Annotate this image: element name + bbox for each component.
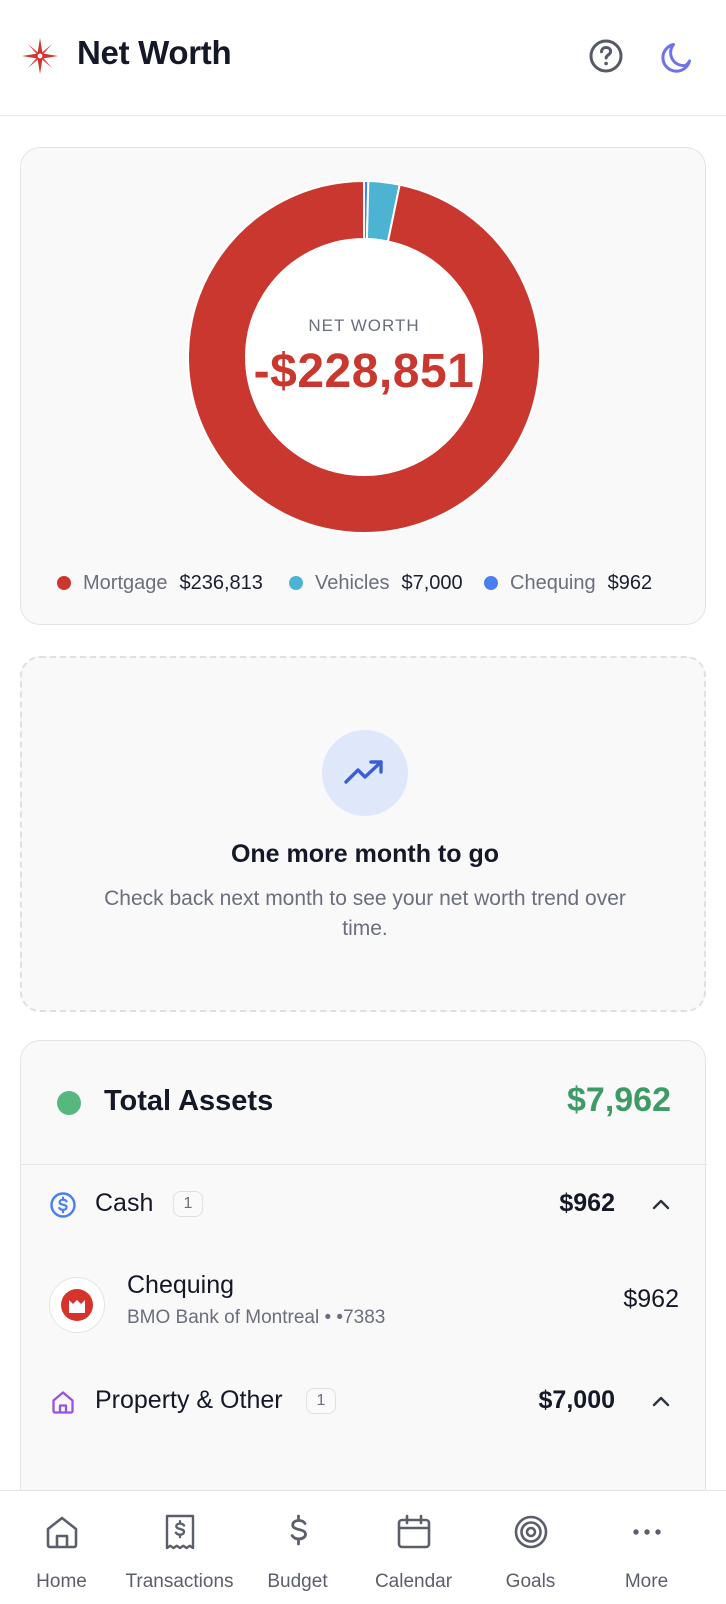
legend-label: Mortgage: [83, 571, 168, 594]
home-icon: [46, 1516, 78, 1549]
tab-label: Calendar: [374, 1571, 453, 1592]
total-assets-title: Total Assets: [104, 1085, 274, 1117]
chevron-up-icon[interactable]: [649, 1193, 673, 1217]
total-assets-header: Total Assets $7,962: [21, 1041, 707, 1165]
legend-item-vehicles: Vehicles $7,000: [289, 568, 463, 598]
app-header: Net Worth: [0, 0, 726, 116]
tab-label: Transactions: [125, 1571, 234, 1592]
tab-label: Budget: [267, 1571, 328, 1592]
legend-value: $962: [607, 571, 653, 594]
trend-empty-state: One more month to go Check back next mon…: [20, 656, 706, 1012]
account-institution: BMO Bank of Montreal • •7383: [127, 1307, 385, 1329]
tab-budget[interactable]: Budget: [237, 1491, 358, 1604]
dollar-circle-icon: [50, 1192, 76, 1218]
calendar-icon: [397, 1514, 431, 1549]
account-amount: $962: [623, 1285, 679, 1313]
chart-legend: Mortgage $236,813 Vehicles $7,000 Chequi…: [21, 568, 707, 598]
legend-dot: [289, 576, 303, 590]
page-title: Net Worth: [77, 34, 232, 71]
tab-label: Goals: [505, 1571, 556, 1592]
moon-icon[interactable]: [658, 36, 698, 76]
receipt-icon: [165, 1514, 195, 1550]
dollar-icon: [290, 1514, 307, 1546]
legend-value: $7,000: [401, 571, 463, 594]
asset-group-amount: $962: [559, 1189, 615, 1217]
net-worth-value: -$228,851: [253, 345, 475, 398]
legend-value: $236,813: [179, 571, 263, 594]
legend-label: Chequing: [510, 571, 596, 594]
asset-group-count-badge: 1: [306, 1388, 336, 1414]
account-institution-name: BMO Bank of Montreal: [127, 1307, 320, 1328]
tab-goals[interactable]: Goals: [470, 1491, 591, 1604]
legend-dot: [484, 576, 498, 590]
compass-star-icon: [22, 38, 58, 74]
net-worth-chart-card: NET WORTH -$228,851 Mortgage $236,813 Ve…: [20, 147, 706, 625]
trending-up-icon: [344, 760, 383, 784]
net-worth-label: NET WORTH: [308, 316, 420, 335]
tab-calendar[interactable]: Calendar: [353, 1491, 474, 1604]
asset-group-label: Property & Other: [95, 1386, 283, 1414]
tab-more[interactable]: More: [586, 1491, 707, 1604]
chevron-up-icon[interactable]: [649, 1390, 673, 1414]
account-name: Chequing: [127, 1271, 235, 1299]
house-icon: [52, 1391, 74, 1414]
account-mask: • •7383: [324, 1307, 386, 1328]
account-row-chequing[interactable]: Chequing BMO Bank of Montreal • •7383 $9…: [21, 1271, 707, 1337]
tab-label: More: [624, 1571, 669, 1592]
legend-item-chequing: Chequing $962: [484, 568, 652, 598]
tab-home[interactable]: Home: [1, 1491, 122, 1604]
asset-group-label: Cash: [95, 1189, 154, 1217]
total-assets-amount: $7,962: [567, 1081, 671, 1119]
legend-dot: [57, 576, 71, 590]
asset-group-cash[interactable]: Cash 1 $962: [21, 1175, 707, 1235]
trend-icon-badge: [322, 730, 408, 816]
tab-transactions[interactable]: Transactions: [119, 1491, 240, 1604]
asset-group-property[interactable]: Property & Other 1 $7,000: [21, 1372, 707, 1432]
bottom-tab-bar: Home Transactions Budget Calendar Goals: [0, 1490, 726, 1604]
tab-label: Home: [36, 1571, 87, 1592]
empty-state-text: Check back next month to see your net wo…: [104, 887, 626, 940]
empty-state-title: One more month to go: [230, 840, 500, 868]
legend-label: Vehicles: [315, 571, 390, 594]
asset-group-amount: $7,000: [538, 1386, 615, 1414]
asset-group-count-badge: 1: [173, 1191, 203, 1217]
target-icon: [514, 1515, 548, 1549]
legend-item-mortgage: Mortgage $236,813: [57, 568, 263, 598]
bmo-logo-icon: [49, 1277, 105, 1333]
more-dots-icon: [633, 1529, 661, 1535]
question-circle-icon[interactable]: [586, 36, 626, 76]
assets-status-dot: [57, 1091, 81, 1115]
